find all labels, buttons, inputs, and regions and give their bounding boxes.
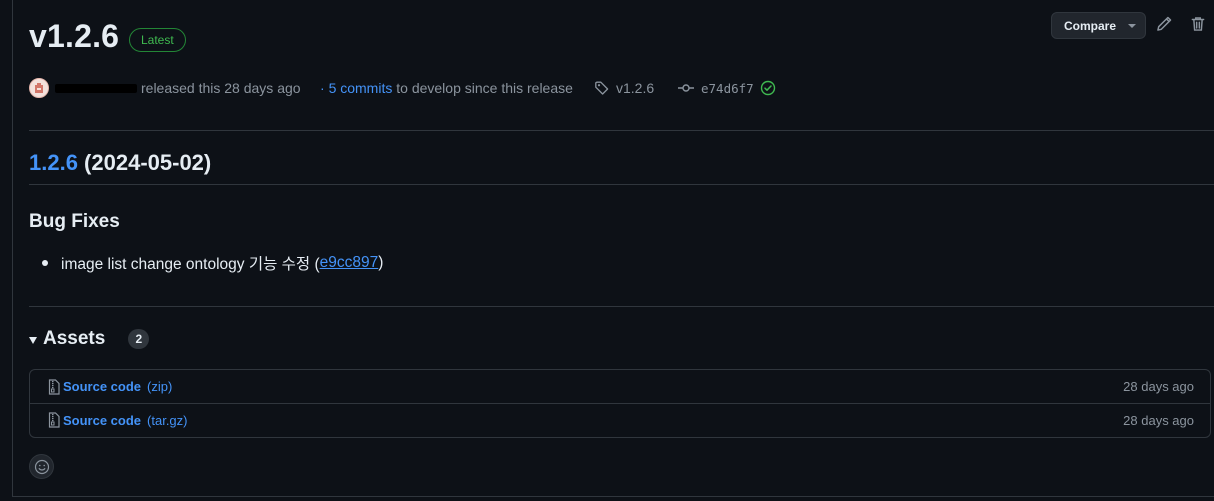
pencil-icon bbox=[1157, 16, 1172, 31]
triangle-down-icon bbox=[29, 336, 37, 344]
asset-format: (zip) bbox=[147, 379, 173, 394]
divider bbox=[29, 130, 1214, 131]
assets-title: Assets bbox=[43, 328, 106, 349]
latest-badge: Latest bbox=[129, 28, 186, 52]
version-link[interactable]: 1.2.6 bbox=[29, 150, 78, 175]
commits-prefix: · bbox=[320, 80, 329, 96]
version-heading: 1.2.6 (2024-05-02) bbox=[29, 150, 211, 176]
commits-suffix: to develop since this release bbox=[392, 80, 573, 96]
bug-fix-text: image list change ontology 기능 수정 ( bbox=[61, 256, 320, 273]
tag-label: v1.2.6 bbox=[616, 80, 655, 96]
assets-count-badge: 2 bbox=[128, 329, 150, 349]
verified-check-icon bbox=[760, 80, 775, 96]
release-title[interactable]: v1.2.6 bbox=[29, 18, 119, 55]
divider bbox=[29, 184, 1214, 185]
tag-link[interactable]: v1.2.6 bbox=[594, 80, 654, 96]
trash-icon bbox=[1191, 17, 1205, 31]
chevron-down-icon bbox=[1128, 23, 1137, 28]
asset-date: 28 days ago bbox=[1123, 379, 1194, 394]
smiley-icon bbox=[34, 459, 49, 474]
version-date: (2024-05-02) bbox=[77, 150, 212, 175]
tag-icon bbox=[595, 81, 609, 95]
file-zip-icon bbox=[48, 378, 60, 395]
avatar-icon bbox=[35, 83, 43, 93]
list-item: image list change ontology 기능 수정 (e9cc89… bbox=[42, 252, 383, 274]
divider bbox=[29, 306, 1214, 307]
commit-link[interactable]: e74d6f7 bbox=[677, 80, 776, 96]
asset-name: Source code bbox=[63, 412, 142, 428]
compare-button-label: Compare bbox=[1064, 18, 1117, 33]
delete-button[interactable] bbox=[1189, 15, 1207, 33]
edit-button[interactable] bbox=[1155, 15, 1173, 33]
compare-button[interactable]: Compare bbox=[1051, 12, 1146, 39]
add-reaction-button[interactable] bbox=[29, 454, 54, 479]
asset-format: (tar.gz) bbox=[147, 412, 188, 428]
commit-hash-link[interactable]: e9cc897 bbox=[320, 254, 379, 272]
bullet-dot bbox=[42, 260, 48, 266]
released-text: released this 28 days ago bbox=[141, 80, 301, 96]
commit-sha: e74d6f7 bbox=[701, 80, 754, 96]
bug-fix-close: ) bbox=[378, 254, 384, 271]
commits-link[interactable]: 5 commits bbox=[329, 80, 393, 96]
release-meta: released this 28 days ago · 5 commits to… bbox=[29, 76, 775, 100]
assets-list: Source code (zip) 28 days ago Source cod… bbox=[29, 369, 1211, 438]
asset-name: Source code bbox=[63, 379, 142, 394]
bug-fixes-heading: Bug Fixes bbox=[29, 211, 120, 232]
git-commit-icon bbox=[678, 84, 694, 92]
asset-row: Source code (tar.gz) 28 days ago bbox=[30, 403, 1210, 436]
asset-link[interactable]: Source code (zip) bbox=[47, 378, 173, 395]
redacted-username bbox=[55, 83, 137, 93]
commits-info: · 5 commits to develop since this releas… bbox=[320, 80, 573, 96]
file-zip-icon bbox=[48, 412, 60, 428]
asset-date: 28 days ago bbox=[1123, 412, 1194, 428]
asset-link[interactable]: Source code (tar.gz) bbox=[47, 412, 188, 428]
assets-toggle[interactable]: Assets 2 bbox=[29, 328, 150, 350]
bug-fix-list: image list change ontology 기능 수정 (e9cc89… bbox=[42, 252, 383, 274]
avatar[interactable] bbox=[29, 78, 49, 98]
asset-row: Source code (zip) 28 days ago bbox=[30, 370, 1210, 403]
